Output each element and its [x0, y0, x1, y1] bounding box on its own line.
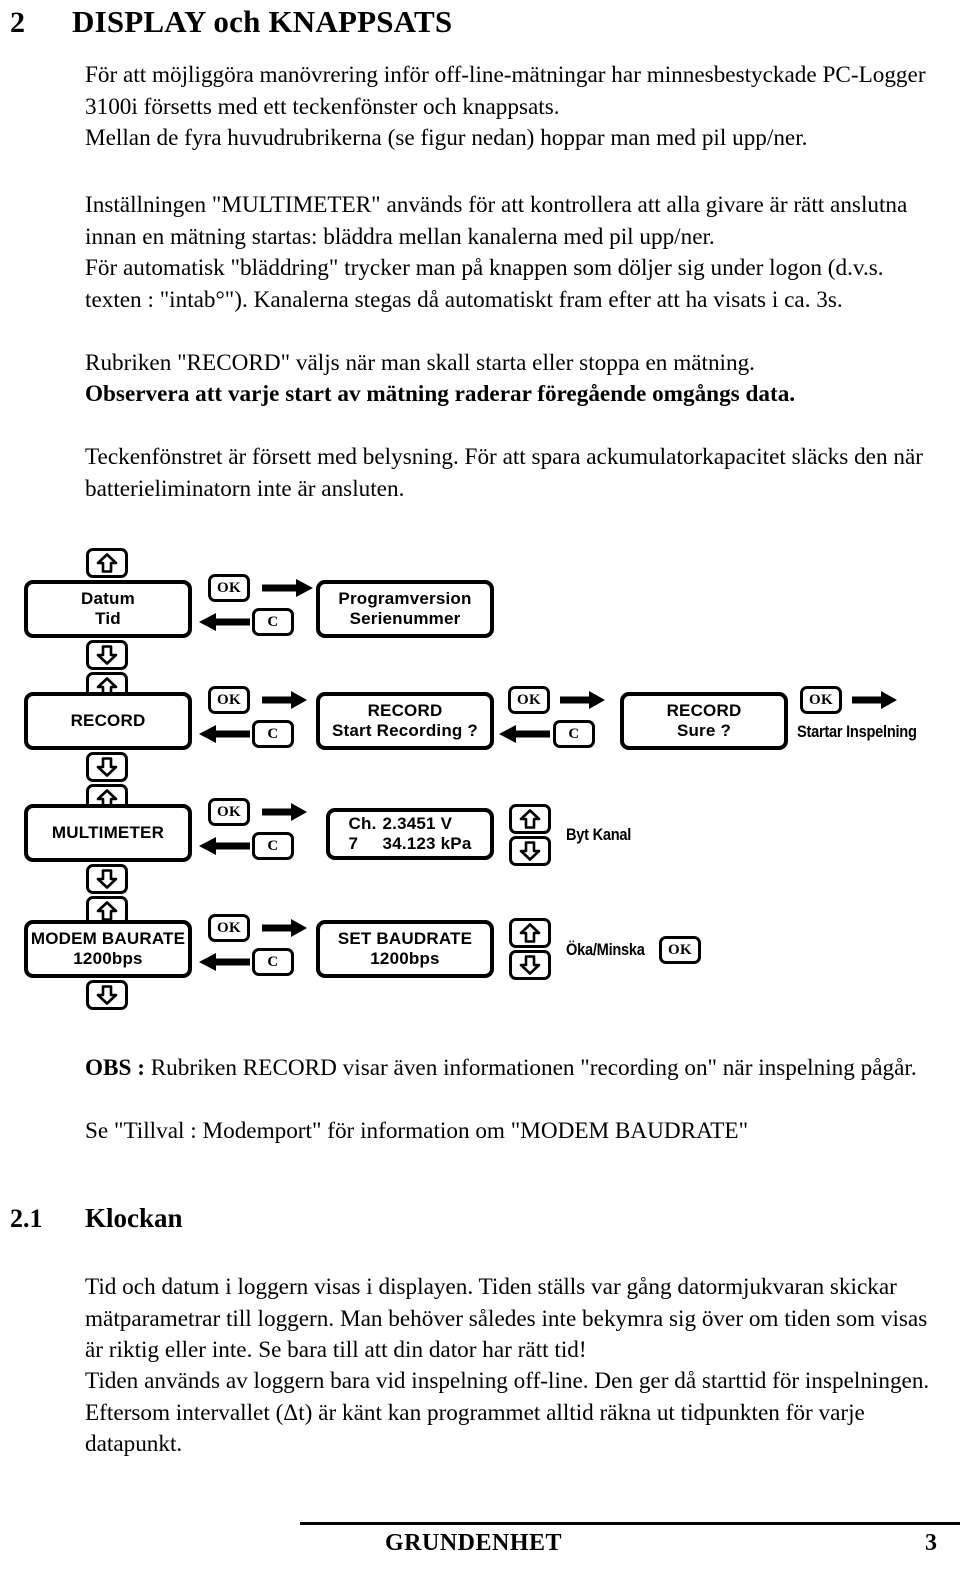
subsection-heading: 2.1 Klockan [0, 1203, 960, 1234]
menu-box-modem-baurate[interactable]: MODEM BAURATE 1200bps [24, 920, 192, 978]
arrow-left-icon [498, 724, 550, 744]
detail-box-channel-reading[interactable]: Ch. 7 2.3451 V 34.123 kPa [326, 808, 494, 860]
detail-box-programversion[interactable]: Programversion Serienummer [316, 580, 494, 638]
subsection-number: 2.1 [10, 1204, 43, 1233]
subsection-title: Klockan [85, 1203, 183, 1233]
arrow-right-icon [262, 918, 308, 938]
paragraph-klockan-2: Tiden används av loggern bara vid inspel… [85, 1368, 930, 1458]
footer-page-number: 3 [925, 1530, 937, 1556]
paragraph-obs-line2: Se "Tillval : Modemport" för information… [85, 1118, 749, 1144]
reading-voltage: 2.3451 V [382, 814, 453, 833]
detail-box-line2: Sure ? [676, 721, 732, 740]
arrow-left-icon [198, 612, 250, 632]
arrow-right-icon [262, 690, 308, 710]
arrow-up-icon[interactable] [86, 548, 128, 578]
paragraph-intro2: Mellan de fyra huvudrubrikerna (se figur… [85, 125, 808, 151]
ok-button[interactable]: OK [208, 798, 250, 826]
detail-box-sure[interactable]: RECORD Sure ? [620, 692, 788, 750]
label-byt-kanal: Byt Kanal [566, 825, 632, 844]
c-button[interactable]: C [252, 948, 294, 976]
arrow-up-icon[interactable] [509, 804, 551, 834]
c-button[interactable]: C [252, 608, 294, 636]
arrow-down-icon[interactable] [509, 950, 551, 980]
paragraph-intro: För att möjliggöra manövrering inför off… [85, 62, 926, 120]
detail-box-line1: RECORD [367, 701, 443, 720]
detail-box-line1: Programversion [338, 589, 472, 608]
obs-label: OBS : [85, 1055, 145, 1081]
paragraph-multimeter-1: Inställningen "MULTIMETER" används för a… [85, 192, 908, 250]
menu-box-line2: 1200bps [73, 949, 143, 968]
paragraph-record-warning: Observera att varje start av mätning rad… [85, 381, 796, 407]
detail-box-line1: RECORD [666, 701, 742, 720]
arrow-down-icon[interactable] [509, 836, 551, 866]
reading-pressure: 34.123 kPa [382, 834, 472, 853]
ok-button[interactable]: OK [508, 686, 550, 714]
section-title: DISPLAY och KNAPPSATS [72, 4, 453, 39]
channel-label: Ch. [348, 814, 377, 833]
page-title: 2 DISPLAY och KNAPPSATS [0, 4, 960, 40]
channel-column: Ch. 7 [349, 814, 383, 854]
ok-button[interactable]: OK [800, 686, 842, 714]
arrow-down-icon[interactable] [86, 864, 128, 894]
menu-box-line1: RECORD [70, 711, 146, 730]
arrow-right-icon [852, 690, 898, 710]
arrow-right-icon [262, 802, 308, 822]
c-button[interactable]: C [553, 720, 595, 748]
ok-button[interactable]: OK [208, 686, 250, 714]
detail-box-line2: Start Recording ? [331, 721, 479, 740]
detail-box-line2: Serienummer [349, 609, 461, 628]
arrow-right-icon [560, 690, 606, 710]
obs-text: Rubriken RECORD visar även informationen… [144, 1055, 917, 1081]
ok-button[interactable]: OK [659, 936, 701, 964]
paragraph-klockan-1: Tid och datum i loggern visas i displaye… [85, 1274, 928, 1364]
reading-column: 2.3451 V 34.123 kPa [383, 814, 472, 854]
paragraph-obs: OBS : Rubriken RECORD visar även informa… [85, 1053, 930, 1085]
arrow-left-icon [198, 724, 250, 744]
menu-box-line1: MULTIMETER [51, 823, 165, 842]
detail-box-line1: SET BAUDRATE [337, 929, 473, 948]
menu-box-line2: Tid [95, 609, 121, 628]
arrow-left-icon [198, 952, 250, 972]
paragraph-record: Rubriken "RECORD" väljs när man skall st… [85, 350, 755, 376]
detail-box-set-baudrate[interactable]: SET BAUDRATE 1200bps [316, 920, 494, 978]
paragraph-multimeter-2: För automatisk "bläddring" trycker man p… [85, 255, 884, 313]
arrow-left-icon [198, 836, 250, 856]
menu-box-line1: MODEM BAURATE [30, 929, 186, 948]
footer-divider [300, 1522, 960, 1525]
arrow-down-icon[interactable] [86, 640, 128, 670]
c-button[interactable]: C [252, 720, 294, 748]
menu-flow-diagram: Datum Tid OK C Programversion Serienumme… [0, 528, 960, 1018]
footer-label: GRUNDENHET [385, 1530, 563, 1556]
label-startar-inspelning: Startar Inspelning [797, 722, 917, 741]
arrow-down-icon[interactable] [86, 980, 128, 1010]
paragraph-backlight: Teckenfönstret är försett med belysning.… [85, 444, 923, 502]
c-button[interactable]: C [252, 832, 294, 860]
detail-box-start-recording[interactable]: RECORD Start Recording ? [316, 692, 494, 750]
section-number: 2 [10, 6, 25, 39]
ok-button[interactable]: OK [208, 574, 250, 602]
menu-box-line1: Datum [81, 589, 135, 608]
menu-box-multimeter[interactable]: MULTIMETER [24, 804, 192, 862]
arrow-down-icon[interactable] [86, 752, 128, 782]
menu-box-datum-tid[interactable]: Datum Tid [24, 580, 192, 638]
arrow-right-icon [262, 578, 314, 598]
menu-box-record[interactable]: RECORD [24, 692, 192, 750]
ok-button[interactable]: OK [208, 914, 250, 942]
channel-number: 7 [348, 834, 359, 853]
label-oka-minska: Öka/Minska [566, 940, 645, 959]
arrow-up-icon[interactable] [509, 918, 551, 948]
detail-box-line2: 1200bps [370, 949, 440, 968]
